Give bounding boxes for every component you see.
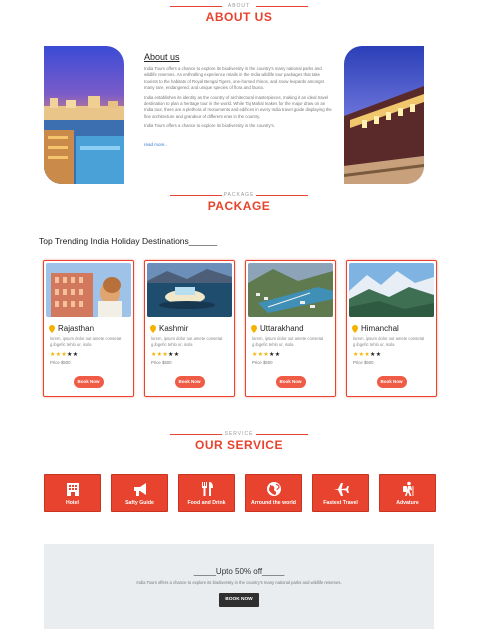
service-adventure[interactable]: Advature [379, 474, 436, 512]
service-section-header: SERVICE OUR SERVICE [0, 430, 478, 452]
destination-description: lorem, ipsum dolor out amete consetat g.… [252, 336, 324, 347]
about-kicker: ABOUT [227, 3, 251, 9]
about-section-header: ABOUT ABOUT US [0, 2, 478, 24]
service-hotel[interactable]: Hotel [44, 474, 101, 512]
palace-lake-image [44, 46, 124, 184]
service-kicker: SERVICE [224, 431, 254, 437]
destination-cards: Rajasthan lorem, ipsum dolor out amete c… [43, 260, 437, 397]
about-title: ABOUT US [205, 10, 273, 24]
destination-description: lorem, ipsum dolor out amete consetat g.… [50, 336, 122, 347]
rajasthan-image [46, 263, 131, 317]
offer-description: India Tours offers a chance to explore i… [136, 580, 342, 585]
himanchal-image [349, 263, 434, 317]
destination-card-kashmir[interactable]: Kashmir lorem, ipsum dolor out amete con… [144, 260, 235, 397]
airplane-icon [333, 483, 349, 496]
rating-stars: ★★★★★ [50, 352, 79, 359]
rating-stars: ★★★★★ [353, 352, 382, 359]
train-image [344, 46, 424, 184]
package-title: PACKAGE [207, 199, 271, 213]
about-paragraph-1: India Tours offers a chance to explore i… [144, 66, 324, 91]
service-label: Safty Guide [125, 500, 154, 506]
destination-description: lorem, ipsum dolor out amete consetat g.… [353, 336, 425, 347]
uttarakhand-image [248, 263, 333, 317]
trending-destinations-title: Top Trending India Holiday Destinations_… [39, 236, 218, 246]
location-pin-icon [49, 324, 55, 333]
book-now-button[interactable]: Book Now [174, 376, 205, 388]
destination-card-himanchal[interactable]: Himanchal lorem, ipsum dolor out amete c… [346, 260, 437, 397]
about-paragraph-2: India establishes its identity as the co… [144, 94, 332, 119]
book-now-button[interactable]: Book Now [73, 376, 104, 388]
destination-price: Price $500 [50, 360, 71, 366]
destination-name: Uttarakhand [260, 324, 304, 333]
hiker-icon [402, 481, 413, 496]
package-section-header: PACKAGE PACKAGE [0, 191, 478, 213]
service-label: Advature [396, 500, 419, 506]
destination-name: Rajasthan [58, 324, 95, 333]
megaphone-icon [133, 483, 146, 496]
location-pin-icon [352, 324, 358, 333]
service-label: Fastest Travel [323, 500, 358, 506]
location-pin-icon [150, 324, 156, 333]
location-pin-icon [251, 324, 257, 333]
book-now-offer-button[interactable]: BOOK NOW [219, 593, 259, 607]
read-more-link[interactable]: read more.. [144, 142, 167, 147]
service-label: Arround the world [251, 500, 296, 506]
destination-name: Kashmir [159, 324, 189, 333]
service-fastest-travel[interactable]: Fastest Travel [312, 474, 369, 512]
destination-card-rajasthan[interactable]: Rajasthan lorem, ipsum dolor out amete c… [43, 260, 134, 397]
service-food-and-drink[interactable]: Food and Drink [178, 474, 235, 512]
service-label: Hotel [66, 500, 79, 506]
offer-banner: _____Upto 50% off_____ India Tours offer… [44, 544, 434, 629]
service-safety-guide[interactable]: Safty Guide [111, 474, 168, 512]
destination-name: Himanchal [361, 324, 399, 333]
about-heading: About us [144, 52, 180, 62]
offer-title: _____Upto 50% off_____ [193, 567, 285, 576]
hotel-icon [66, 483, 79, 496]
destination-price: Price $500 [151, 360, 172, 366]
destination-description: lorem, ipsum dolor out amete consetat g.… [151, 336, 223, 347]
package-kicker: PACKAGE [223, 192, 255, 198]
book-now-button[interactable]: Book Now [275, 376, 306, 388]
destination-price: Price $500 [252, 360, 273, 366]
book-now-button[interactable]: Book Now [376, 376, 407, 388]
service-label: Food and Drink [187, 500, 226, 506]
destination-price: Price $500 [353, 360, 374, 366]
kashmir-image [147, 263, 232, 317]
globe-icon [266, 482, 281, 496]
service-around-the-world[interactable]: Arround the world [245, 474, 302, 512]
about-content: About us India Tours offers a chance to … [144, 52, 334, 151]
rating-stars: ★★★★★ [151, 352, 180, 359]
destination-card-uttarakhand[interactable]: Uttarakhand lorem, ipsum dolor out amete… [245, 260, 336, 397]
rating-stars: ★★★★★ [252, 352, 281, 359]
about-paragraph-3: India Tours offers a chance to explore i… [144, 123, 275, 129]
service-list: Hotel Safty Guide Food and Drink Arround… [44, 474, 436, 512]
fork-knife-icon [201, 482, 213, 496]
service-title: OUR SERVICE [195, 438, 283, 452]
